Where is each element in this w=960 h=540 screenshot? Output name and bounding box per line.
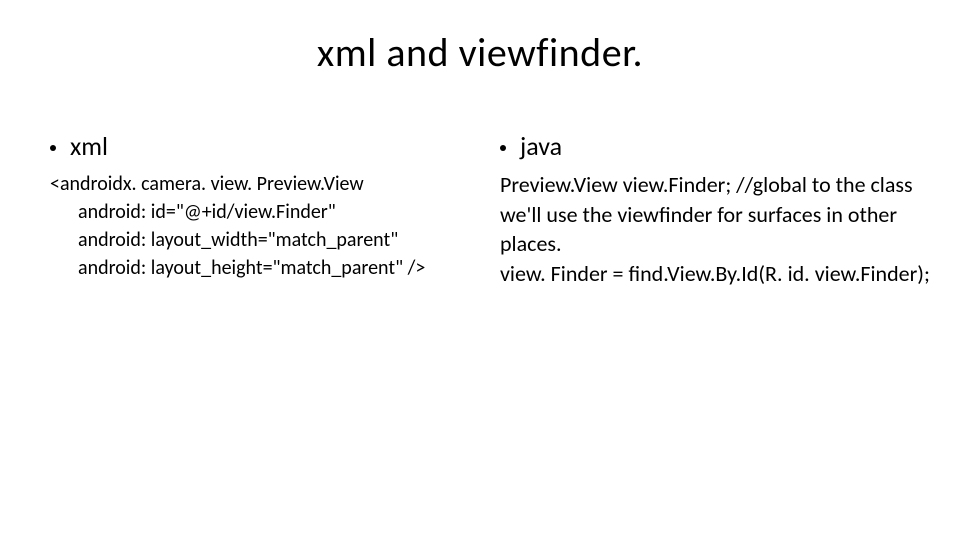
- body-line: we'll use the viewfinder for surfaces in…: [500, 200, 960, 259]
- left-heading: xml: [70, 130, 108, 162]
- body-line: Preview.View view.Finder; //global to th…: [500, 170, 960, 200]
- content-columns: xml <androidx. camera. view. Preview.Vie…: [50, 130, 920, 289]
- code-line: android: id="@+id/view.Finder": [50, 198, 490, 226]
- xml-code-block: <androidx. camera. view. Preview.View an…: [50, 170, 490, 282]
- left-column: xml <androidx. camera. view. Preview.Vie…: [50, 130, 490, 289]
- right-heading: java: [520, 130, 562, 162]
- bullet-icon: [50, 145, 56, 151]
- left-heading-row: xml: [50, 130, 490, 162]
- code-line: <androidx. camera. view. Preview.View: [50, 170, 490, 198]
- bullet-icon: [500, 145, 506, 151]
- java-body-block: Preview.View view.Finder; //global to th…: [500, 170, 960, 289]
- right-column: java Preview.View view.Finder; //global …: [500, 130, 960, 289]
- slide-title: xml and viewfinder.: [0, 28, 960, 77]
- body-line: view. Finder = find.View.By.Id(R. id. vi…: [500, 259, 960, 289]
- right-heading-row: java: [500, 130, 960, 162]
- code-line: android: layout_height="match_parent" />: [50, 254, 490, 282]
- code-line: android: layout_width="match_parent": [50, 226, 490, 254]
- slide: xml and viewfinder. xml <androidx. camer…: [0, 0, 960, 540]
